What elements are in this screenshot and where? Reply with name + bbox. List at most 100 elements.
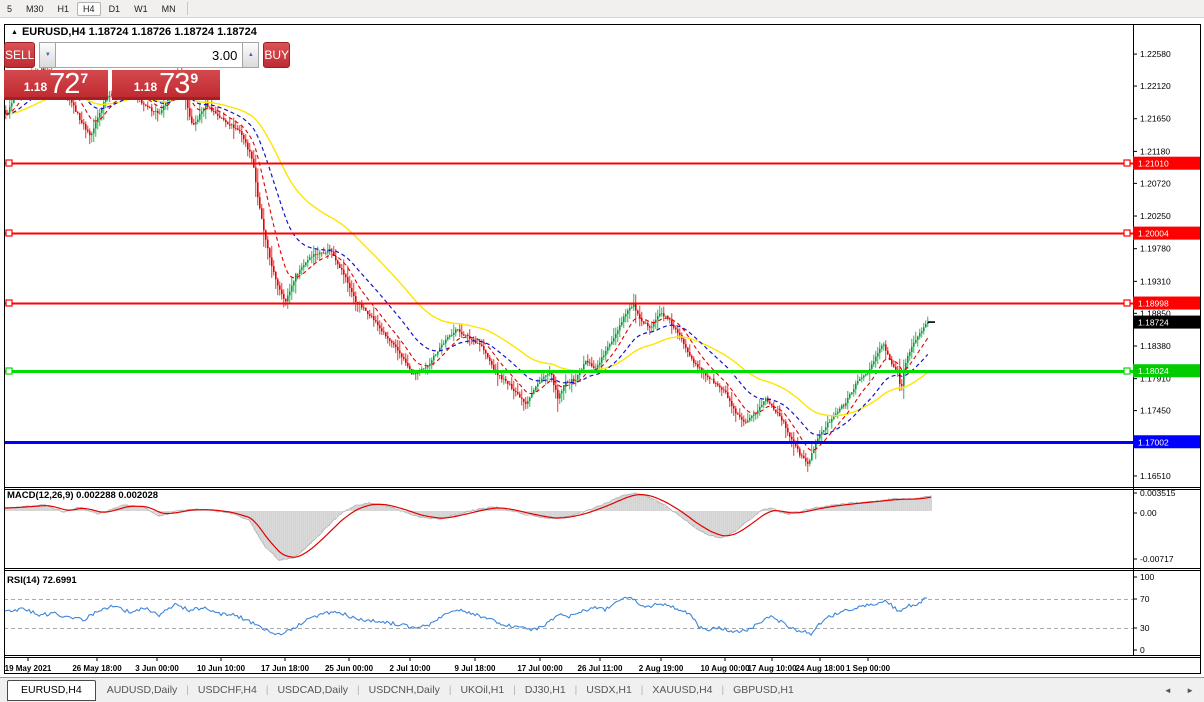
sell-price-prefix: 1.18 (23, 80, 48, 94)
svg-text:1.17002: 1.17002 (1138, 437, 1169, 447)
svg-text:1.19310: 1.19310 (1140, 276, 1171, 286)
svg-text:2 Jul 10:00: 2 Jul 10:00 (390, 664, 431, 673)
buy-price-digits: 73 (159, 68, 190, 100)
svg-text:1.21180: 1.21180 (1140, 146, 1170, 156)
svg-text:1.18724: 1.18724 (1138, 318, 1169, 328)
ohlc-close: 1.18724 (217, 26, 257, 38)
toolbar-separator (186, 2, 188, 15)
volume-stepper: ▼ ▲ (39, 42, 260, 68)
sell-button[interactable]: SELL (4, 42, 36, 68)
svg-text:RSI(14) 72.6991: RSI(14) 72.6991 (7, 575, 77, 586)
svg-text:1.16510: 1.16510 (1140, 471, 1171, 481)
timeframe-mn[interactable]: MN (156, 2, 182, 16)
tab-dj30-h1[interactable]: DJ30,H1 (516, 684, 575, 696)
symbol-tabs: EURUSD,H4 AUDUSD,Daily | USDCHF,H4 | USDCAD,D… (0, 679, 803, 701)
svg-text:26 May 18:00: 26 May 18:00 (72, 664, 122, 673)
svg-text:1.20004: 1.20004 (1138, 229, 1169, 239)
tab-usdcnh-daily[interactable]: USDCNH,Daily (360, 684, 449, 696)
svg-text:26 Jul 11:00: 26 Jul 11:00 (578, 664, 623, 673)
chart-symbol-label: EURUSD,H4 (21, 26, 86, 38)
timeframe-buttons: 5 M30 H1 H4 D1 W1 MN (0, 1, 183, 16)
sell-price-digits: 72 (49, 68, 80, 100)
svg-text:1.18380: 1.18380 (1140, 341, 1171, 351)
tab-usdx-h1[interactable]: USDX,H1 (577, 684, 641, 696)
svg-text:17 Jul 00:00: 17 Jul 00:00 (517, 664, 563, 673)
svg-text:1.22120: 1.22120 (1140, 81, 1171, 91)
svg-text:MACD(12,26,9) 0.002288 0.00202: MACD(12,26,9) 0.002288 0.002028 (7, 490, 158, 501)
svg-text:1.18998: 1.18998 (1138, 299, 1169, 309)
macd-panel (4, 492, 932, 561)
svg-text:1.20250: 1.20250 (1140, 211, 1171, 221)
tab-scroll-arrows: ◄ ► (1152, 686, 1204, 695)
tab-xauusd-h4[interactable]: XAUUSD,H4 (643, 684, 721, 696)
price-chart-canvas[interactable]: 1.22580 1.22120 1.21650 1.21180 1.20720 1.202… (4, 24, 1204, 674)
rsi-panel (4, 596, 1133, 637)
panel-separators (4, 24, 1201, 674)
timeframe-toolbar: 5 M30 H1 H4 D1 W1 MN (0, 0, 1204, 18)
svg-text:30: 30 (1140, 623, 1150, 633)
svg-text:0: 0 (1140, 645, 1145, 655)
ohlc-low: 1.18724 (174, 26, 214, 38)
timeframe-m30[interactable]: M30 (20, 2, 50, 16)
tab-gbpusd-h1[interactable]: GBPUSD,H1 (724, 684, 803, 696)
tab-scroll-left-icon[interactable]: ◄ (1164, 686, 1172, 695)
svg-text:19 May 2021: 19 May 2021 (5, 664, 52, 673)
timeframe-w1[interactable]: W1 (128, 2, 154, 16)
svg-text:1.17450: 1.17450 (1140, 406, 1171, 416)
svg-text:1.20720: 1.20720 (1140, 178, 1171, 188)
svg-text:0.00: 0.00 (1140, 508, 1157, 518)
svg-text:70: 70 (1140, 594, 1150, 604)
svg-text:100: 100 (1140, 572, 1154, 582)
chart-title: ▲ EURUSD,H4 1.18724 1.18726 1.18724 1.187… (11, 26, 257, 38)
timeframe-d1[interactable]: D1 (103, 2, 127, 16)
svg-text:3 Jun 00:00: 3 Jun 00:00 (135, 664, 179, 673)
volume-decrease-icon[interactable]: ▼ (39, 42, 57, 68)
sell-price-pip: 7 (80, 70, 89, 86)
svg-text:2 Aug 19:00: 2 Aug 19:00 (639, 664, 684, 673)
svg-text:1 Sep 00:00: 1 Sep 00:00 (846, 664, 891, 673)
buy-price-prefix: 1.18 (133, 80, 158, 94)
tab-audusd-daily[interactable]: AUDUSD,Daily (98, 684, 187, 696)
chart-window[interactable]: 1.22580 1.22120 1.21650 1.21180 1.20720 1.202… (4, 24, 1204, 674)
timeframe-h1[interactable]: H1 (52, 2, 76, 16)
tab-scroll-right-icon[interactable]: ► (1186, 686, 1194, 695)
symbol-tabbar: EURUSD,H4 AUDUSD,Daily | USDCHF,H4 | USDCAD,D… (0, 677, 1204, 702)
collapse-triangle-icon[interactable]: ▲ (11, 29, 18, 36)
ohlc-high: 1.18726 (131, 26, 172, 38)
tab-ukoil-h1[interactable]: UKOil,H1 (451, 684, 513, 696)
svg-text:25 Jun 00:00: 25 Jun 00:00 (325, 664, 374, 673)
indicator-labels: MACD(12,26,9) 0.002288 0.002028 0.003515 0… (7, 488, 1176, 655)
level-lines (4, 159, 1133, 444)
svg-text:1.22580: 1.22580 (1140, 49, 1171, 59)
moving-averages (5, 75, 929, 451)
tab-eurusd-h4[interactable]: EURUSD,H4 (7, 679, 96, 701)
ohlc-open: 1.18724 (88, 26, 129, 38)
svg-text:17 Jun 18:00: 17 Jun 18:00 (261, 664, 310, 673)
svg-text:1.18024: 1.18024 (1138, 366, 1169, 376)
svg-text:10 Jun 10:00: 10 Jun 10:00 (197, 664, 246, 673)
buy-price-pip: 9 (190, 70, 199, 86)
svg-text:0.003515: 0.003515 (1140, 488, 1176, 498)
svg-text:1.19780: 1.19780 (1140, 244, 1171, 254)
svg-text:1.21650: 1.21650 (1140, 114, 1171, 124)
candles (5, 62, 929, 472)
price-scale[interactable]: 1.22580 1.22120 1.21650 1.21180 1.20720 1.202… (1133, 49, 1200, 481)
tab-usdchf-h4[interactable]: USDCHF,H4 (189, 684, 266, 696)
buy-price-panel[interactable]: 1.18 73 9 (112, 70, 220, 100)
buy-button[interactable]: BUY (263, 42, 291, 68)
volume-input[interactable] (56, 42, 243, 68)
one-click-trade-panel: SELL ▼ ▲ BUY 1.18727 1.18739 (4, 42, 291, 100)
volume-increase-icon[interactable]: ▲ (242, 42, 260, 68)
svg-text:9 Jul 18:00: 9 Jul 18:00 (455, 664, 496, 673)
timeframe-h4[interactable]: H4 (77, 1, 101, 16)
svg-text:1.21010: 1.21010 (1138, 159, 1169, 169)
tab-usdcad-daily[interactable]: USDCAD,Daily (268, 684, 357, 696)
svg-text:24 Aug 18:00: 24 Aug 18:00 (795, 664, 845, 673)
time-scale[interactable]: 19 May 2021 26 May 18:00 3 Jun 00:00 10 Jun… (5, 657, 891, 673)
sell-price-panel[interactable]: 1.18 72 7 (4, 70, 108, 100)
svg-text:17 Aug 10:00: 17 Aug 10:00 (747, 664, 797, 673)
timeframe-5[interactable]: 5 (1, 2, 18, 16)
mt4-terminal: { "toolbar": { "timeframes": ["5", "M30"… (0, 0, 1204, 702)
svg-text:10 Aug 00:00: 10 Aug 00:00 (700, 664, 750, 673)
svg-text:-0.00717: -0.00717 (1140, 554, 1174, 564)
